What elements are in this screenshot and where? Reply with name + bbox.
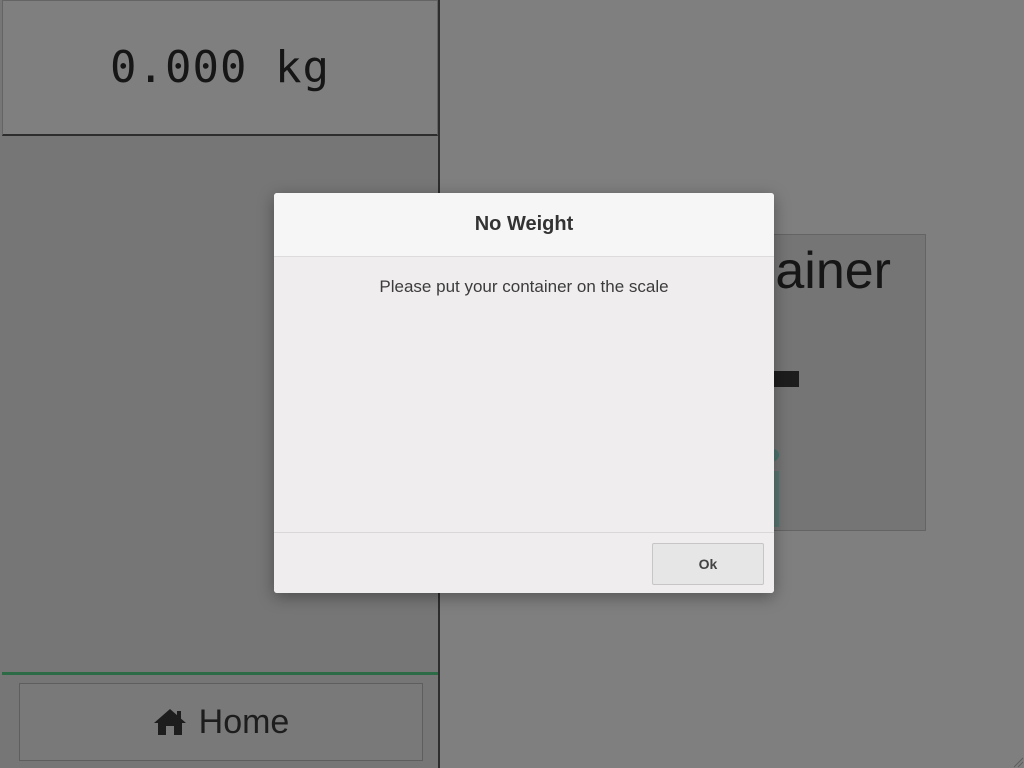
app-window: 0.000 kg Home ainer — [0, 0, 1024, 768]
dialog-header: No Weight — [274, 193, 774, 257]
dialog-message: Please put your container on the scale — [379, 277, 669, 296]
dialog-body: Please put your container on the scale — [274, 257, 774, 532]
dialog-title: No Weight — [474, 213, 574, 235]
no-weight-dialog: No Weight Please put your container on t… — [274, 193, 774, 593]
ok-button[interactable]: Ok — [652, 543, 764, 585]
dialog-footer: Ok — [274, 532, 774, 593]
